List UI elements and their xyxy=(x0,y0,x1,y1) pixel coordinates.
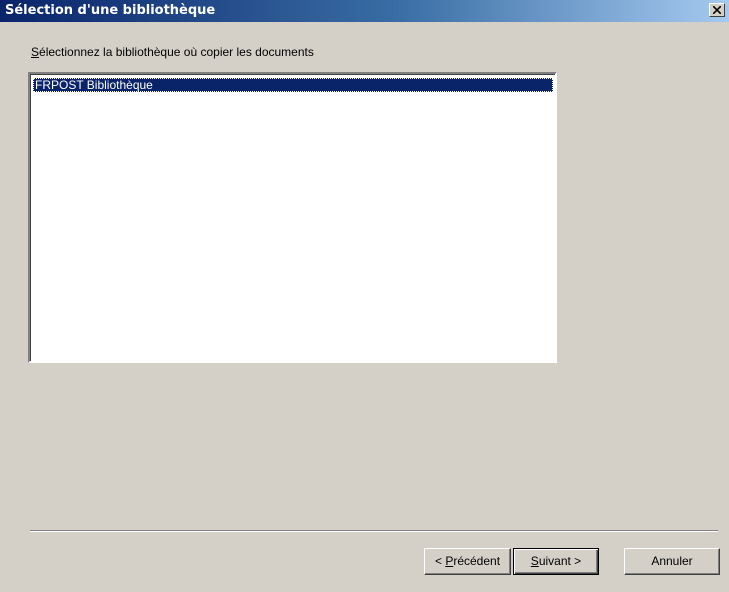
button-separator xyxy=(30,530,718,532)
library-selection-dialog: Sélection d'une bibliothèque Sélectionne… xyxy=(0,0,729,592)
next-accel: S xyxy=(530,554,539,568)
cancel-text: Annuler xyxy=(651,554,693,568)
list-item-frpost-library[interactable]: FRPOST Bibliothèque xyxy=(33,78,553,92)
close-button[interactable] xyxy=(709,3,725,17)
next-button[interactable]: Suivant > xyxy=(513,548,599,575)
previous-prefix: < xyxy=(434,554,446,568)
list-item-label: FRPOST Bibliothèque xyxy=(35,78,153,92)
instruction-label: Sélectionnez la bibliothèque où copier l… xyxy=(31,45,314,59)
window-title: Sélection d'une bibliothèque xyxy=(5,3,216,18)
previous-button[interactable]: < Précédent xyxy=(424,548,511,575)
title-bar[interactable]: Sélection d'une bibliothèque xyxy=(0,0,729,22)
previous-text: récédent xyxy=(453,554,501,568)
cancel-button[interactable]: Annuler xyxy=(624,548,720,575)
instruction-text: électionnez la bibliothèque où copier le… xyxy=(39,45,314,59)
next-text: uivant > xyxy=(538,554,582,568)
close-icon xyxy=(713,6,721,14)
library-listbox[interactable]: FRPOST Bibliothèque xyxy=(28,72,557,363)
instruction-accel: S xyxy=(31,45,40,59)
